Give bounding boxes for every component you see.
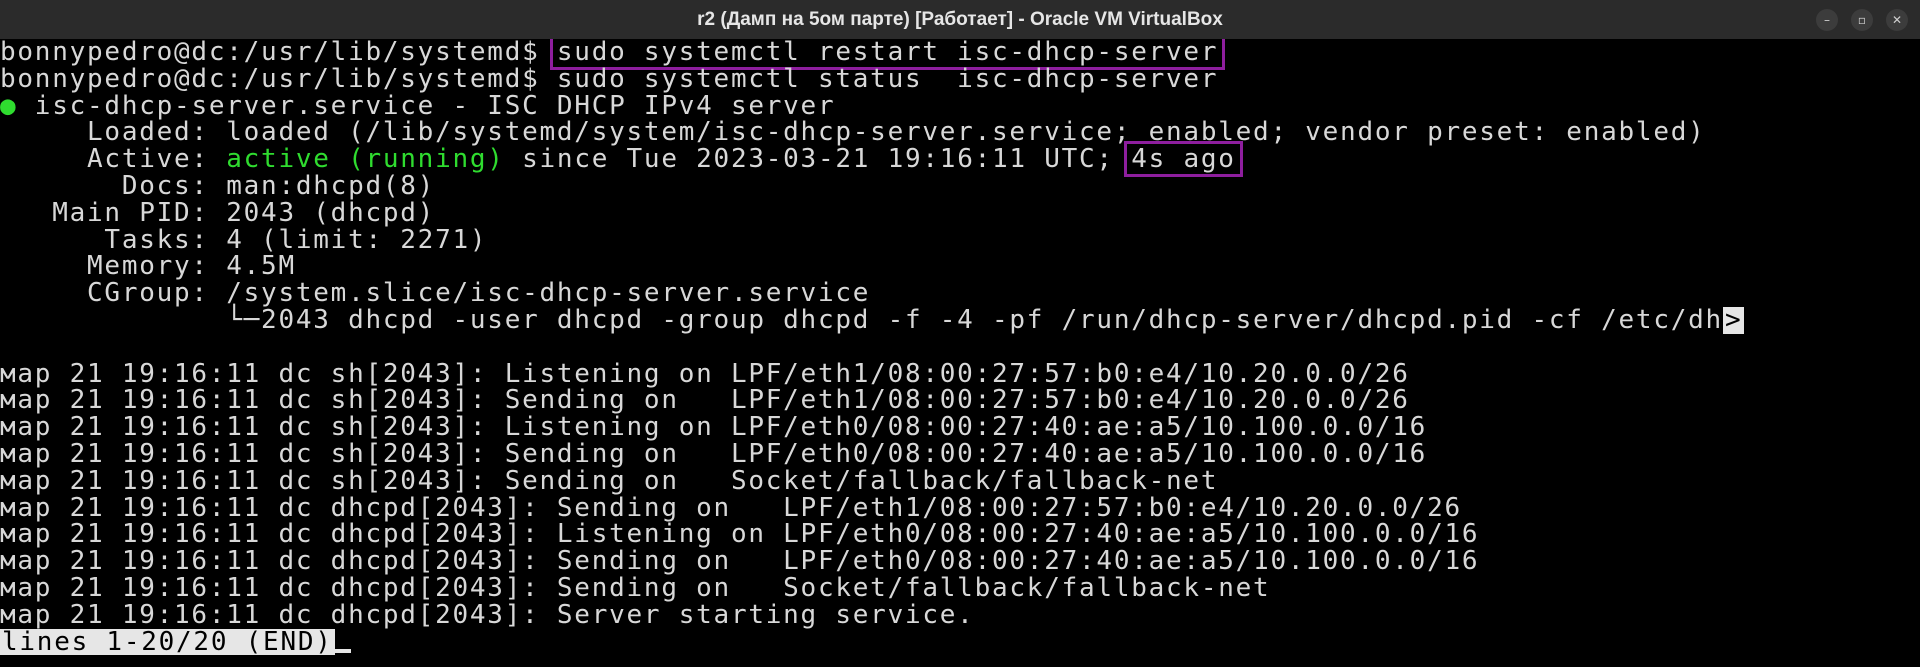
terminal-output[interactable]: bonnypedro@dc:/usr/lib/systemd$ sudo sys… bbox=[0, 39, 1920, 667]
log-line: мар 21 19:16:11 dc sh[2043]: Sending on … bbox=[0, 385, 1410, 416]
text-cursor bbox=[334, 649, 351, 654]
log-line: мар 21 19:16:11 dc dhcpd[2043]: Listenin… bbox=[0, 519, 1480, 550]
log-line: мар 21 19:16:11 dc dhcpd[2043]: Sending … bbox=[0, 546, 1480, 577]
close-icon[interactable]: ✕ bbox=[1886, 9, 1908, 31]
log-line: мар 21 19:16:11 dc sh[2043]: Listening o… bbox=[0, 358, 1410, 389]
active-state: active (running) bbox=[226, 144, 505, 175]
cgroup-process: └─2043 dhcpd -user dhcpd -group dhcpd -f… bbox=[0, 304, 1723, 335]
minimize-icon[interactable]: – bbox=[1816, 9, 1838, 31]
log-line: мар 21 19:16:11 dc sh[2043]: Sending on … bbox=[0, 465, 1219, 496]
service-header-line: ● isc-dhcp-server.service - ISC DHCP IPv… bbox=[0, 90, 1920, 121]
service-name: isc-dhcp-server.service - ISC DHCP IPv4 … bbox=[17, 90, 836, 121]
docs-line: Docs: man:dhcpd(8) bbox=[0, 170, 436, 201]
active-since: since Tue 2023-03-21 19:16:11 UTC; bbox=[504, 144, 1132, 175]
active-line: Active: active (running) since Tue 2023-… bbox=[0, 141, 1920, 178]
window-title: r2 (Дамп на 5ом парте) [Работает] - Orac… bbox=[697, 8, 1223, 30]
terminal-line-command-status: bonnypedro@dc:/usr/lib/systemd$ sudo sys… bbox=[0, 63, 1920, 94]
pager-status-line: lines 1-20/20 (END) bbox=[0, 626, 1920, 657]
terminal-line-command-restart: bonnypedro@dc:/usr/lib/systemd$ sudo sys… bbox=[0, 39, 1920, 70]
cgroup-line: CGroup: /system.slice/isc-dhcp-server.se… bbox=[0, 278, 871, 309]
log-line: мар 21 19:16:11 dc sh[2043]: Sending on … bbox=[0, 438, 1428, 469]
tasks-line: Tasks: 4 (limit: 2271) bbox=[0, 224, 488, 255]
restore-icon[interactable]: ▫ bbox=[1851, 9, 1873, 31]
loaded-line: Loaded: loaded (/lib/systemd/system/isc-… bbox=[0, 117, 1706, 148]
log-line: мар 21 19:16:11 dc dhcpd[2043]: Sending … bbox=[0, 492, 1462, 523]
cgroup-process-line: └─2043 dhcpd -user dhcpd -group dhcpd -f… bbox=[0, 307, 1920, 334]
highlighted-command: sudo systemctl restart isc-dhcp-server bbox=[549, 39, 1226, 70]
truncated-line-marker: > bbox=[1722, 304, 1745, 335]
pager-status: lines 1-20/20 (END) bbox=[0, 626, 335, 657]
main-pid-line: Main PID: 2043 (dhcpd) bbox=[0, 197, 436, 228]
highlighted-uptime: 4s ago bbox=[1124, 141, 1243, 178]
log-line: мар 21 19:16:11 dc dhcpd[2043]: Server s… bbox=[0, 599, 975, 630]
window-controls: – ▫ ✕ bbox=[1816, 9, 1908, 31]
status-command: sudo systemctl status isc-dhcp-server bbox=[556, 63, 1219, 94]
active-label: Active: bbox=[0, 144, 227, 175]
memory-line: Memory: 4.5M bbox=[0, 251, 296, 282]
shell-prompt: bonnypedro@dc:/usr/lib/systemd$ bbox=[0, 39, 557, 67]
log-line: мар 21 19:16:11 dc dhcpd[2043]: Sending … bbox=[0, 572, 1271, 603]
log-line: мар 21 19:16:11 dc sh[2043]: Listening o… bbox=[0, 412, 1428, 443]
window-titlebar[interactable]: r2 (Дамп на 5ом парте) [Работает] - Orac… bbox=[0, 0, 1920, 40]
shell-prompt: bonnypedro@dc:/usr/lib/systemd$ bbox=[0, 63, 557, 94]
service-status-dot-icon: ● bbox=[0, 90, 18, 121]
